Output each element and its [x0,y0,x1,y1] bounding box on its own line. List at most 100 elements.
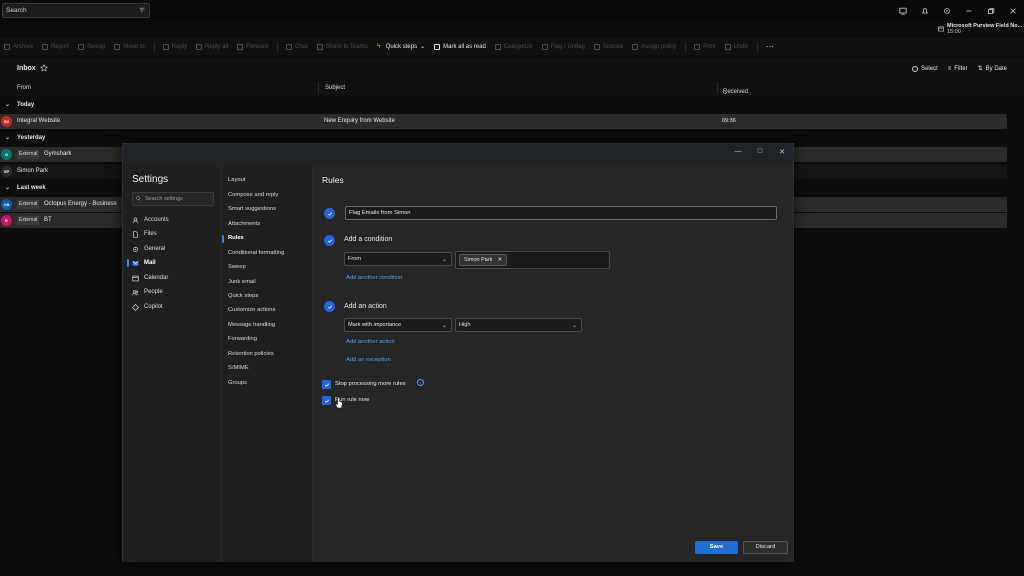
people-icon [132,289,139,295]
category-files[interactable]: Files [132,228,217,240]
subcategory-smime[interactable]: S/MIME [228,365,249,371]
external-badge: External [17,200,40,209]
column-from[interactable]: From [17,85,31,91]
my-day-button[interactable] [892,3,914,19]
close-icon[interactable]: ✕ [777,148,787,156]
flag-button[interactable]: Flag / Unflag [541,43,585,50]
subcategory-attachments[interactable]: Attachments [228,221,260,227]
chevron-down-icon: ⌄ [5,135,11,141]
flag-label: Flag / Unflag [550,43,585,50]
report-icon [42,43,49,50]
settings-button[interactable] [936,3,958,19]
settings-search-placeholder: Search settings [145,196,183,202]
add-another-action-link[interactable]: Add another action [346,339,395,345]
subcategory-compose-reply[interactable]: Compose and reply [228,192,278,198]
subcategory-quick-steps[interactable]: Quick steps [228,293,258,299]
maximize-icon[interactable]: □ [755,148,765,156]
settings-search-input[interactable]: Search settings [132,192,214,206]
add-another-condition-link[interactable]: Add another condition [346,275,402,281]
more-options-button[interactable]: ··· [766,42,774,51]
report-button[interactable]: Report [42,43,69,50]
category-accounts[interactable]: Accounts [132,214,217,226]
chat-button[interactable]: Chat [286,43,308,50]
close-icon[interactable]: ✕ [497,255,502,265]
condition-value-input[interactable]: Simon Park ✕ [455,251,610,269]
list-tools: Select ≡ Filter ⇅ By Date [912,65,1007,72]
minimize-icon[interactable]: — [733,148,743,156]
print-button[interactable]: Print [694,43,716,50]
filter-icon[interactable] [139,7,145,13]
stop-processing-checkbox[interactable] [322,380,331,389]
sweep-button[interactable]: Sweep [78,43,105,50]
subcategory-junk-email[interactable]: Junk email [228,279,256,285]
subcategory-sweep[interactable]: Sweep [228,264,246,270]
my-day-icon [899,7,907,15]
mark-all-read-button[interactable]: Mark all as read [434,43,486,50]
gear-icon [944,8,950,14]
action-field-dropdown[interactable]: Mark with importance ⌄ [344,318,452,332]
category-copilot[interactable]: Copilot [132,301,217,313]
category-label: General [144,246,166,252]
subcategory-forwarding[interactable]: Forwarding [228,336,257,342]
dialog-title-bar: — □ ✕ [123,144,793,164]
column-headers: From Subject Received ⌄ [0,81,1024,96]
sweep-icon [78,43,85,50]
save-button[interactable]: Save [695,541,738,554]
rule-name-input[interactable]: Flag Emails from Simon [345,206,777,220]
subcategory-conditional-formatting[interactable]: Conditional formatting [228,250,284,256]
quick-steps-button[interactable]: ϟ Quick steps ⌄ [377,43,425,51]
account-badge[interactable]: Microsoft Purview Field No... 15:00 [938,22,1024,36]
minimize-button[interactable] [958,3,980,19]
categorize-button[interactable]: Categorize [494,43,533,50]
filter-button[interactable]: ≡ Filter [948,65,968,72]
share-to-teams-button[interactable]: Share to Teams [316,43,368,50]
subcategory-groups[interactable]: Groups [228,380,247,386]
close-window-button[interactable] [1002,3,1024,19]
undo-button[interactable]: Undo [724,43,748,50]
reply-all-button[interactable]: Reply all [196,43,228,50]
sort-button[interactable]: ⇅ By Date [978,65,1007,73]
clock-icon [593,43,600,50]
recipient-chip-label: Simon Park [464,257,493,263]
discard-button[interactable]: Discard [743,541,788,554]
column-divider[interactable] [717,83,718,93]
archive-label: Archive [13,43,34,50]
add-exception-link[interactable]: Add an exception [346,357,391,363]
subcategory-layout[interactable]: Layout [228,177,245,183]
snooze-button[interactable]: Snooze [593,43,623,50]
search-input[interactable]: Search [2,3,150,18]
select-button[interactable]: Select [912,65,938,72]
subcategory-retention-policies[interactable]: Retention policies [228,351,274,357]
subcategory-customize-actions[interactable]: Customize actions [228,307,275,313]
recipient-chip[interactable]: Simon Park ✕ [459,254,508,266]
group-header-today[interactable]: ⌄ Today [0,98,1024,112]
forward-button[interactable]: Forward [237,43,268,50]
category-people[interactable]: People [132,286,217,298]
condition-field-dropdown[interactable]: From ⌄ [344,252,452,266]
assign-policy-button[interactable]: Assign policy [632,43,676,50]
archive-button[interactable]: Archive [4,43,34,50]
rule-editor: Rules Flag Emails from Simon Add a condi… [313,164,793,562]
notifications-button[interactable] [914,3,936,19]
subcategory-smart-suggestions[interactable]: Smart suggestions [228,206,276,212]
mail-subcategories: Layout Compose and reply Smart suggestio… [222,164,313,562]
category-mail[interactable]: Mail [127,257,217,269]
category-calendar[interactable]: Calendar [132,272,217,284]
column-divider[interactable] [318,83,319,93]
action-value-dropdown[interactable]: High ⌄ [455,318,582,332]
category-general[interactable]: General [132,243,217,255]
close-icon [1010,8,1016,14]
run-rule-now-checkbox[interactable] [322,396,331,405]
move-to-button[interactable]: Move to [114,43,145,50]
subcategory-message-handling[interactable]: Message handling [228,322,275,328]
star-icon[interactable] [40,64,48,72]
column-subject[interactable]: Subject [325,85,345,91]
restore-button[interactable] [980,3,1002,19]
calendar-icon [938,26,944,32]
chevron-down-icon: ⌄ [5,185,11,191]
mail-row[interactable]: IW Integral Website New Enquiry from Web… [0,114,1007,129]
subcategory-rules[interactable]: Rules [228,235,244,241]
settings-title: Settings [132,174,169,185]
info-icon[interactable]: i [417,379,424,386]
reply-button[interactable]: Reply [162,43,187,50]
